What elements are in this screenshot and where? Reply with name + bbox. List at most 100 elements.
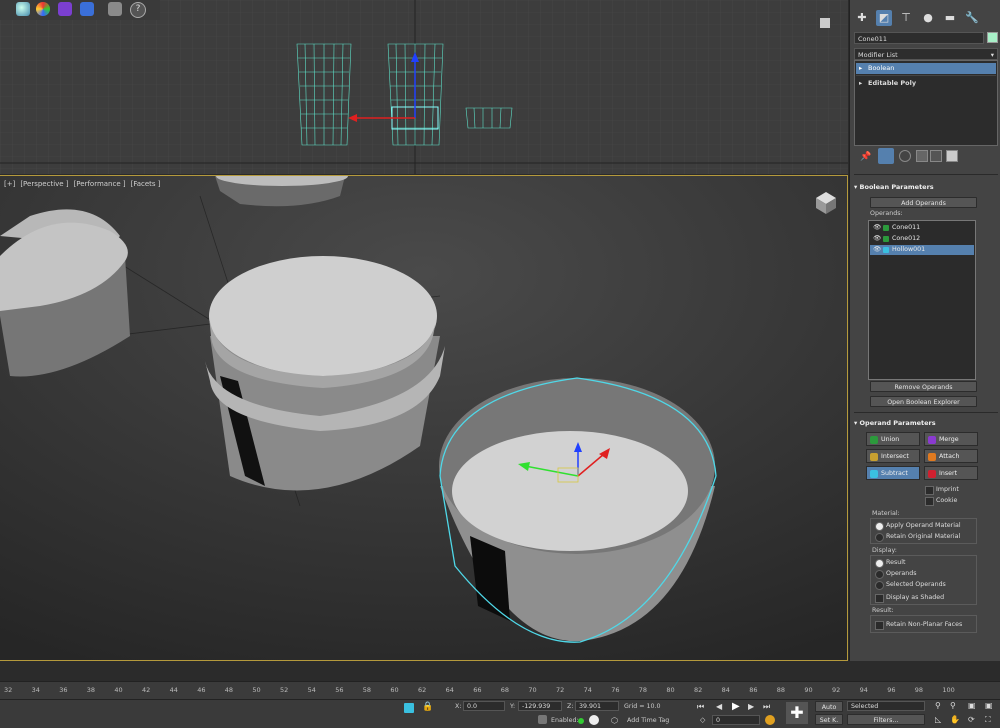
configure-modifier-sets-icon[interactable] bbox=[946, 150, 958, 162]
stack-item-editable-poly[interactable]: ▸ Editable Poly bbox=[856, 78, 996, 89]
subtract-icon bbox=[870, 470, 878, 478]
attach-button[interactable]: Attach bbox=[924, 449, 978, 463]
object-color-swatch[interactable] bbox=[987, 32, 998, 43]
enabled-indicator[interactable] bbox=[578, 718, 584, 724]
display-as-shaded-checkbox[interactable]: Display as Shaded bbox=[874, 594, 944, 603]
insert-button[interactable]: Insert bbox=[924, 466, 978, 480]
timeline-tick: 32 bbox=[4, 686, 13, 694]
zoom-extents-icon[interactable]: ▣ bbox=[968, 701, 976, 710]
play-icon[interactable]: ▶ bbox=[732, 701, 740, 712]
time-config-icon[interactable]: ◇ bbox=[700, 716, 705, 724]
show-end-result-icon[interactable] bbox=[878, 148, 894, 164]
display-tab-icon[interactable]: ▬ bbox=[942, 10, 958, 26]
orbit-icon[interactable]: ⟳ bbox=[968, 715, 975, 724]
perspective-viewport[interactable]: [+] [Perspective ] [Performance ] [Facets ] bbox=[0, 175, 848, 661]
cube-icon: ⬡ bbox=[611, 716, 618, 725]
retain-nonplanar-checkbox[interactable]: Retain Non-Planar Faces bbox=[874, 621, 962, 630]
timeline-tick: 42 bbox=[142, 686, 151, 694]
hierarchy-tab-icon[interactable]: ⊤ bbox=[898, 10, 914, 26]
imprint-checkbox[interactable]: Imprint bbox=[924, 486, 959, 495]
display-selected-operands-radio[interactable]: Selected Operands bbox=[874, 581, 946, 590]
viewport-label[interactable]: [+] [Perspective ] [Performance ] [Facets ] bbox=[4, 180, 166, 188]
stack-item-boolean[interactable]: ▸ Boolean bbox=[856, 63, 996, 74]
make-unique-icon[interactable] bbox=[899, 150, 911, 162]
make-unique-icon-2[interactable] bbox=[916, 150, 928, 162]
set-key-button[interactable]: Set K. bbox=[815, 714, 843, 725]
previous-frame-icon[interactable]: ◀ bbox=[716, 702, 722, 711]
viewport-view-menu[interactable]: [Perspective ] bbox=[20, 180, 68, 188]
cookie-checkbox[interactable]: Cookie bbox=[924, 497, 957, 506]
timeline-ruler[interactable]: 32 34 36 38 40 42 44 46 48 50 52 54 56 58 60 62 64 66 68 70… bbox=[0, 681, 1000, 700]
zoom-icon[interactable]: ⚲ bbox=[935, 701, 941, 710]
maximize-viewport-icon[interactable]: ⛶ bbox=[985, 715, 991, 725]
list-item[interactable]: 👁 Hollow001 bbox=[870, 245, 974, 255]
operands-list[interactable]: 👁 Cone011 👁 Cone012 👁 Hollow001 bbox=[868, 220, 976, 380]
key-filter-dropdown[interactable]: Selected bbox=[847, 701, 925, 711]
current-frame-field[interactable]: 0 bbox=[712, 715, 760, 725]
merge-button[interactable]: Merge bbox=[924, 432, 978, 446]
material-editor-icon[interactable] bbox=[36, 2, 50, 16]
add-operands-button[interactable]: Add Operands bbox=[870, 197, 977, 208]
timeline-tick: 44 bbox=[169, 686, 178, 694]
render-production-icon[interactable] bbox=[80, 2, 94, 16]
viewport-performance-menu[interactable]: [Performance ] bbox=[74, 180, 126, 188]
union-button[interactable]: Union bbox=[866, 432, 920, 446]
remove-operands-button[interactable]: Remove Operands bbox=[870, 381, 977, 392]
create-tab-icon[interactable]: ✚ bbox=[854, 10, 870, 26]
zoom-extents-all-icon[interactable]: ▣ bbox=[985, 701, 993, 710]
key-filters-button[interactable]: Filters... bbox=[847, 714, 925, 725]
go-to-end-icon[interactable]: ⏭ bbox=[763, 702, 770, 712]
viewport-plus-menu[interactable]: [+] bbox=[4, 180, 15, 188]
boolean-parameters-rollout[interactable]: ▾ Boolean Parameters bbox=[854, 182, 998, 192]
next-frame-icon[interactable]: ▶ bbox=[748, 702, 754, 711]
viewcube-top bbox=[820, 18, 830, 28]
eye-icon[interactable]: 👁 bbox=[873, 223, 881, 233]
zoom-all-icon[interactable]: ⚲ bbox=[950, 701, 956, 710]
modify-tab-icon[interactable]: ◩ bbox=[876, 10, 892, 26]
rollout-title: Operand Parameters bbox=[859, 419, 936, 427]
timeline-tick: 66 bbox=[473, 686, 482, 694]
viewport-shading-menu[interactable]: [Facets ] bbox=[131, 180, 161, 188]
lock-icon[interactable]: 🔒 bbox=[422, 702, 433, 712]
display-result-radio[interactable]: Result bbox=[874, 559, 905, 568]
motion-tab-icon[interactable]: ● bbox=[920, 10, 936, 26]
op-label: Intersect bbox=[881, 453, 909, 460]
eye-icon[interactable]: 👁 bbox=[873, 245, 881, 255]
adaptive-degradation-icon[interactable] bbox=[589, 715, 599, 725]
render-frame-icon[interactable] bbox=[58, 2, 72, 16]
open-boolean-explorer-button[interactable]: Open Boolean Explorer bbox=[870, 396, 977, 407]
pin-stack-icon[interactable]: 📌 bbox=[860, 152, 871, 162]
timeline-tick: 76 bbox=[611, 686, 620, 694]
pan-icon[interactable]: ✋ bbox=[950, 715, 960, 724]
help-icon[interactable]: ? bbox=[130, 2, 146, 18]
retain-original-material-radio[interactable]: Retain Original Material bbox=[874, 533, 960, 542]
object-name-field[interactable]: Cone011 bbox=[854, 32, 984, 44]
modifier-list-dropdown[interactable]: Modifier List ▾ bbox=[854, 48, 998, 60]
display-operands-radio[interactable]: Operands bbox=[874, 570, 917, 579]
eye-icon[interactable]: 👁 bbox=[873, 234, 881, 244]
isolate-selection-icon[interactable] bbox=[404, 703, 414, 713]
x-coordinate-field[interactable]: 0.0 bbox=[463, 701, 505, 711]
auto-key-button[interactable]: Auto bbox=[815, 701, 843, 712]
intersect-button[interactable]: Intersect bbox=[866, 449, 920, 463]
expand-arrow-icon: ▸ bbox=[859, 64, 863, 72]
z-coordinate-field[interactable]: 39.901 bbox=[575, 701, 619, 711]
remove-modifier-icon[interactable] bbox=[930, 150, 942, 162]
utilities-tab-icon[interactable]: 🔧 bbox=[964, 10, 980, 26]
scene-explorer-icon[interactable] bbox=[108, 2, 122, 16]
key-mode-icon[interactable] bbox=[765, 715, 775, 725]
render-setup-icon[interactable] bbox=[16, 2, 30, 16]
go-to-start-icon[interactable]: ⏮ bbox=[697, 702, 704, 712]
apply-operand-material-radio[interactable]: Apply Operand Material bbox=[874, 522, 961, 531]
subtract-button[interactable]: Subtract bbox=[866, 466, 920, 480]
list-item[interactable]: 👁 Cone012 bbox=[870, 234, 974, 244]
field-of-view-icon[interactable]: ◺ bbox=[935, 715, 941, 724]
y-coordinate-field[interactable]: -129.939 bbox=[518, 701, 562, 711]
timeline-tick: 96 bbox=[887, 686, 896, 694]
enabled-label: Enabled: bbox=[551, 717, 579, 724]
set-key-icon[interactable]: ✚ bbox=[786, 702, 808, 724]
add-time-tag[interactable]: Add Time Tag bbox=[627, 717, 669, 724]
list-item[interactable]: 👁 Cone011 bbox=[870, 223, 974, 233]
operand-parameters-rollout[interactable]: ▾ Operand Parameters bbox=[854, 418, 998, 428]
top-viewport[interactable] bbox=[0, 0, 848, 174]
